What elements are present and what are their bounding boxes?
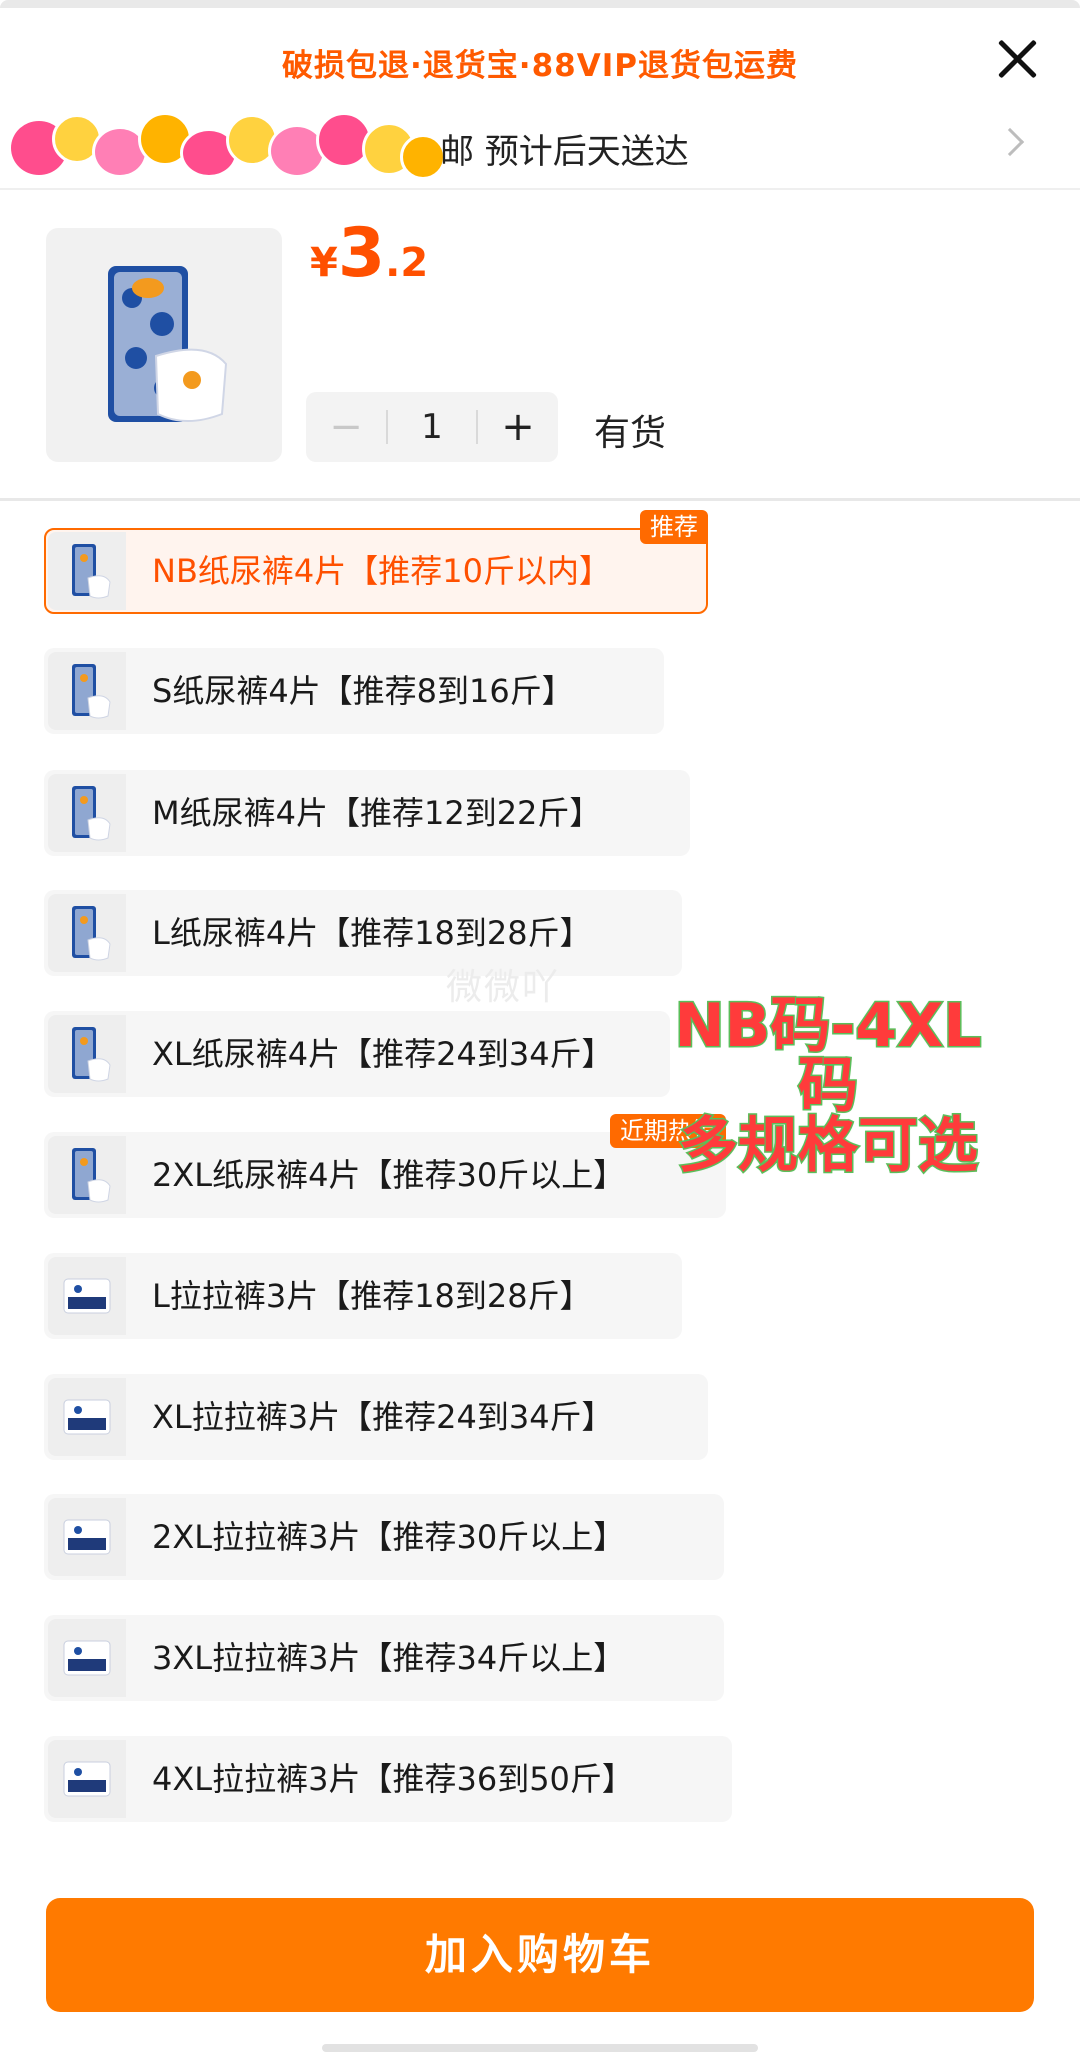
pull-up-pants-thumbnail [48,1619,126,1697]
promo-line-1: NB码-4XL码 [673,991,983,1121]
diaper-thumbnail [48,1136,126,1214]
sku-option-label: M纸尿裤4片【推荐12到22斤】 [152,794,602,832]
pull-up-pants-thumbnail [48,1740,126,1818]
product-price: ¥3.2 [310,214,428,293]
decrease-quantity-button[interactable]: − [306,392,386,462]
sku-badge: 推荐 [640,510,708,544]
sku-option-label: 2XL拉拉裤3片【推荐30斤以上】 [152,1518,626,1556]
diaper-thumbnail [48,652,126,730]
sku-option[interactable]: L纸尿裤4片【推荐18到28斤】 [44,890,682,976]
diaper-thumbnail [48,894,126,972]
pull-up-pants-thumbnail [48,1378,126,1456]
stock-status: 有货 [594,413,667,454]
divider [0,188,1080,190]
sku-option-label: 2XL纸尿裤4片【推荐30斤以上】 [152,1156,626,1194]
promo-line-2: 多规格可选 [677,1111,980,1181]
product-image[interactable] [46,228,282,462]
diaper-thumbnail [48,774,126,852]
sku-option-label: L拉拉裤3片【推荐18到28斤】 [152,1277,592,1315]
sku-selection-sheet: 破损包退·退货宝·88VIP退货包运费 邮 预计后天送达 ¥3.2 − 1 + … [0,0,1080,2056]
chevron-right-icon [995,127,1025,157]
sku-option[interactable]: L拉拉裤3片【推荐18到28斤】 [44,1253,682,1339]
sku-option[interactable]: XL纸尿裤4片【推荐24到34斤】 [44,1011,670,1097]
price-decimal: .2 [385,240,429,286]
sku-option[interactable]: 2XL拉拉裤3片【推荐30斤以上】 [44,1494,724,1580]
diaper-thumbnail [48,532,126,610]
sku-option-label: XL拉拉裤3片【推荐24到34斤】 [152,1398,614,1436]
home-indicator [322,2044,758,2052]
price-integer: 3 [337,214,386,293]
diaper-thumbnail [48,1015,126,1093]
sku-option-label: 4XL拉拉裤3片【推荐36到50斤】 [152,1760,634,1798]
pull-up-pants-thumbnail [48,1498,126,1576]
sku-option[interactable]: M纸尿裤4片【推荐12到22斤】 [44,770,690,856]
add-to-cart-button[interactable]: 加入购物车 [46,1898,1034,2012]
sheet-top-edge [0,0,1080,8]
sku-option[interactable]: 2XL纸尿裤4片【推荐30斤以上】 近期热销 [44,1114,726,1218]
promo-overlay-text: NB码-4XL码 多规格可选 [648,991,1008,1181]
sku-option-label: XL纸尿裤4片【推荐24到34斤】 [152,1035,614,1073]
service-guarantee-text: 破损包退·退货宝·88VIP退货包运费 [282,48,798,84]
quantity-value[interactable]: 1 [388,392,476,462]
sku-option[interactable]: XL拉拉裤3片【推荐24到34斤】 [44,1374,708,1460]
delivery-estimate: 邮 预计后天送达 [440,132,689,172]
diaper-package-illustration [108,266,228,422]
decorative-sticker-strip [0,112,460,182]
sku-option[interactable]: NB纸尿裤4片【推荐10斤以内】 推荐 [44,510,708,614]
increase-quantity-button[interactable]: + [478,392,558,462]
divider [0,498,1080,501]
close-icon[interactable] [992,34,1042,84]
sku-option-label: 3XL拉拉裤3片【推荐34斤以上】 [152,1639,626,1677]
watermark: 微微吖 [446,967,561,1008]
sku-option-label: S纸尿裤4片【推荐8到16斤】 [152,672,574,710]
sku-option-label: NB纸尿裤4片【推荐10斤以内】 [152,552,611,590]
sku-option[interactable]: S纸尿裤4片【推荐8到16斤】 [44,648,664,734]
sku-option[interactable]: 3XL拉拉裤3片【推荐34斤以上】 [44,1615,724,1701]
sku-option[interactable]: 4XL拉拉裤3片【推荐36到50斤】 [44,1736,732,1822]
shipping-row[interactable]: 邮 预计后天送达 [0,112,1080,182]
pull-up-pants-thumbnail [48,1257,126,1335]
quantity-stepper: − 1 + [306,392,558,462]
currency-symbol: ¥ [310,240,338,286]
